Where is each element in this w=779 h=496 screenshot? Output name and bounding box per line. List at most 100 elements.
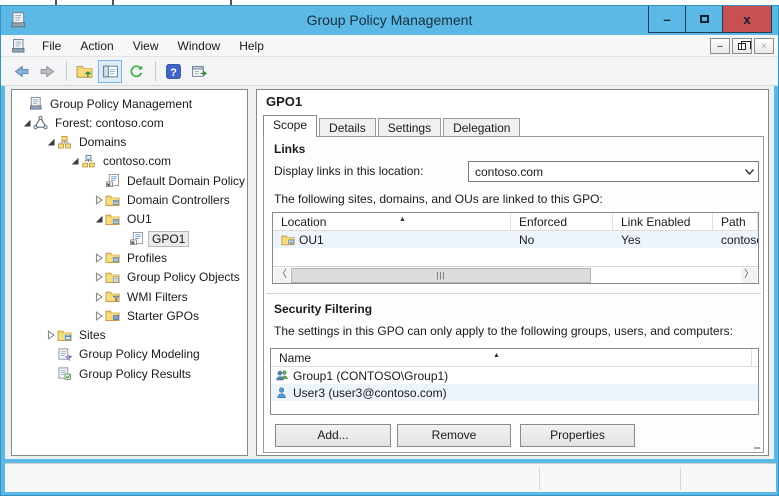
folder-wmi-icon (105, 289, 121, 304)
links-table-row[interactable]: OU1NoYescontoso.com (273, 231, 758, 248)
console-tree-icon[interactable] (98, 60, 122, 83)
up-icon[interactable] (72, 60, 96, 83)
tab-scope[interactable]: Scope (263, 115, 317, 137)
tree-item-group-policy-modeling[interactable]: Group Policy Modeling (12, 345, 247, 364)
resize-grip (754, 447, 760, 449)
display-links-label: Display links in this location: (274, 164, 423, 178)
tree-item-group-policy-management[interactable]: Group Policy Management (12, 94, 247, 113)
section-divider (266, 293, 761, 294)
menu-file[interactable]: File (34, 37, 69, 55)
tree-item-label: Profiles (124, 251, 170, 265)
tab-settings[interactable]: Settings (378, 118, 441, 137)
tree-item-sites[interactable]: Sites (12, 326, 247, 345)
security-filtering-heading: Security Filtering (274, 302, 372, 316)
menu-window[interactable]: Window (170, 37, 229, 55)
tree-item-gpo1[interactable]: GPO1 (12, 229, 247, 248)
tab-delegation[interactable]: Delegation (443, 118, 520, 137)
links-table-header: LocationEnforcedLink EnabledPath▲ (273, 213, 758, 231)
mdi-restore-button[interactable] (732, 38, 752, 54)
folder-ou-icon (105, 212, 121, 227)
expander-collapsed-icon[interactable] (92, 309, 105, 322)
security-table-header: Name▲ (271, 349, 758, 367)
expander-expanded-icon[interactable] (44, 136, 57, 149)
tree-item-contoso-com[interactable]: contoso.com (12, 152, 247, 171)
expander-slot (44, 348, 57, 361)
restore-icon (738, 43, 746, 50)
forward-icon[interactable] (35, 60, 59, 83)
tree-item-label: Group Policy Objects (124, 270, 243, 284)
add-button[interactable]: Add... (275, 424, 391, 447)
tree-item-label: WMI Filters (124, 290, 191, 304)
results-pane: GPO1 ScopeDetailsSettingsDelegation Link… (256, 89, 769, 456)
minimize-button[interactable]: – (648, 6, 686, 33)
links-column-enforced[interactable]: Enforced (511, 213, 613, 230)
tree-item-starter-gpos[interactable]: Starter GPOs (12, 306, 247, 325)
links-horizontal-scrollbar[interactable]: 〈 ||| 〉 (273, 266, 758, 283)
results-icon (57, 366, 73, 381)
menu-view[interactable]: View (125, 37, 167, 55)
links-heading: Links (274, 142, 305, 156)
gpo-icon (105, 173, 121, 188)
links-cell-path: contoso.com (713, 233, 758, 247)
menu-action[interactable]: Action (72, 37, 121, 55)
remove-button[interactable]: Remove (397, 424, 511, 447)
scrollbar-thumb[interactable]: ||| (291, 268, 591, 283)
mdi-minimize-button[interactable]: – (710, 38, 730, 54)
security-column-name[interactable]: Name (271, 349, 752, 366)
tree-item-group-policy-objects[interactable]: Group Policy Objects (12, 268, 247, 287)
security-filtering-intro: The settings in this GPO can only apply … (274, 324, 733, 338)
properties-button[interactable]: Properties (520, 424, 635, 447)
tree-item-group-policy-results[interactable]: Group Policy Results (12, 364, 247, 383)
tree-item-domain-controllers[interactable]: Domain Controllers (12, 191, 247, 210)
security-principal-name: User3 (user3@contoso.com) (293, 386, 447, 400)
maximize-button[interactable] (685, 6, 723, 33)
links-cell-link_enabled: Yes (613, 233, 713, 247)
close-button[interactable]: x (722, 6, 772, 33)
expander-collapsed-icon[interactable] (44, 329, 57, 342)
modeling-icon (57, 347, 73, 362)
links-column-link-enabled[interactable]: Link Enabled (613, 213, 713, 230)
mdi-close-button[interactable]: × (754, 38, 774, 54)
expander-expanded-icon[interactable] (68, 155, 81, 168)
help-icon[interactable]: ? (161, 60, 185, 83)
expander-expanded-icon[interactable] (92, 213, 105, 226)
expander-collapsed-icon[interactable] (92, 194, 105, 207)
scroll-left-icon[interactable]: 〈 (274, 268, 290, 283)
links-column-location[interactable]: Location (273, 213, 511, 230)
security-table-row[interactable]: Group1 (CONTOSO\Group1) (271, 367, 758, 384)
folder-starter-icon (105, 308, 121, 323)
tree-item-label: OU1 (124, 212, 155, 226)
expander-collapsed-icon[interactable] (92, 290, 105, 303)
user-icon (275, 386, 290, 400)
scope-tab-panel: Links Display links in this location: co… (263, 136, 764, 453)
tree-item-profiles[interactable]: Profiles (12, 248, 247, 267)
toolbar-separator (155, 61, 156, 81)
menu-help[interactable]: Help (231, 37, 272, 55)
tree-item-ou1[interactable]: OU1 (12, 210, 247, 229)
tab-details[interactable]: Details (319, 118, 376, 137)
gpo-title: GPO1 (266, 94, 302, 109)
expander-collapsed-icon[interactable] (92, 271, 105, 284)
tree-item-forest-contoso-com[interactable]: Forest: contoso.com (12, 113, 247, 132)
screen: Group Policy Management – x FileActionVi… (0, 0, 779, 496)
tree-item-label: contoso.com (100, 154, 174, 168)
expander-collapsed-icon[interactable] (92, 251, 105, 264)
location-combobox[interactable]: contoso.com (468, 161, 759, 182)
chevron-down-icon[interactable] (740, 165, 758, 179)
refresh-icon[interactable] (124, 60, 148, 83)
expander-slot (44, 367, 57, 380)
titlebar[interactable]: Group Policy Management – x (1, 6, 778, 35)
tree-item-wmi-filters[interactable]: WMI Filters (12, 287, 247, 306)
tree-item-domains[interactable]: Domains (12, 133, 247, 152)
expander-expanded-icon[interactable] (20, 116, 33, 129)
export-list-icon[interactable] (187, 60, 211, 83)
tree-item-default-domain-policy[interactable]: Default Domain Policy (12, 171, 247, 190)
tree-item-label: Domains (76, 135, 129, 149)
security-table-row[interactable]: User3 (user3@contoso.com) (271, 384, 758, 401)
tree-item-label: Group Policy Management (47, 97, 195, 111)
back-icon[interactable] (9, 60, 33, 83)
links-cell-enforced: No (511, 233, 613, 247)
scroll-right-icon[interactable]: 〉 (741, 268, 757, 283)
links-column-path[interactable]: Path (713, 213, 758, 230)
tree-item-label: Forest: contoso.com (52, 116, 167, 130)
